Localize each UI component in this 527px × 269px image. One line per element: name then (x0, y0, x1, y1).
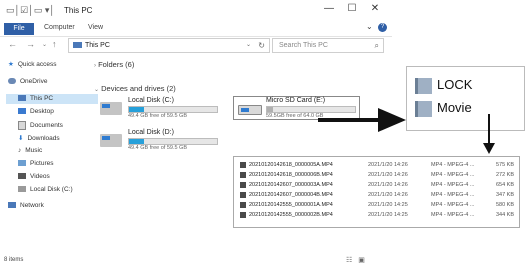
arrow-movie-to-files (483, 114, 495, 154)
arrow-sd-to-folders (318, 108, 406, 132)
annotation-arrows (318, 108, 495, 154)
